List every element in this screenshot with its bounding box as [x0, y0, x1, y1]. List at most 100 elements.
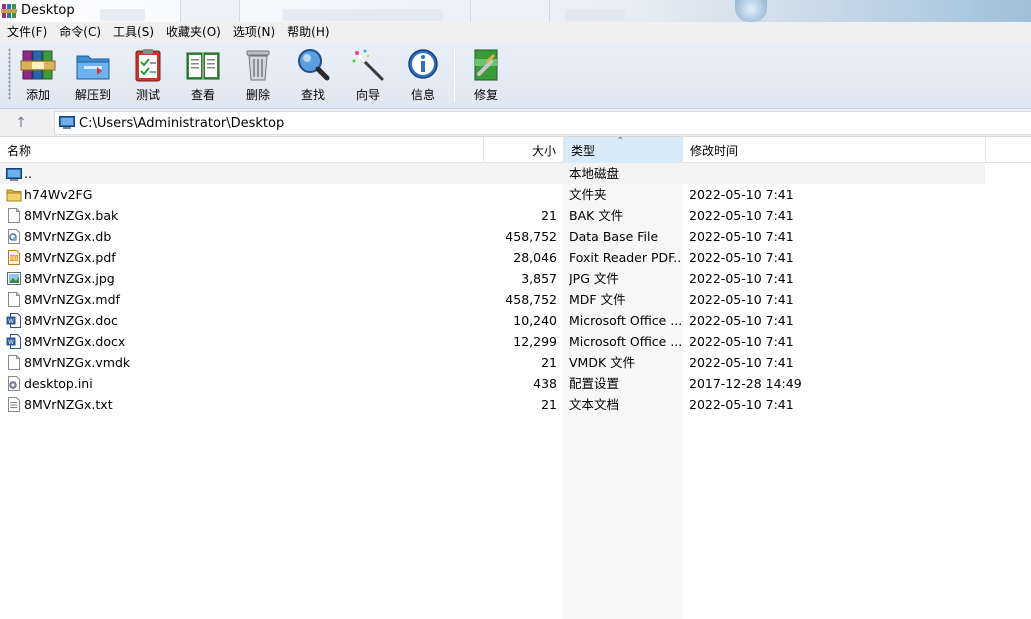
add-button[interactable]: 添加 [12, 47, 64, 103]
file-modified: 2022-05-10 7:41 [689, 334, 794, 349]
file-name: 8MVrNZGx.docx [24, 334, 126, 349]
file-size [484, 163, 557, 184]
info-label: 信息 [410, 88, 435, 102]
find-button[interactable]: 查找 [287, 47, 339, 103]
address-field[interactable]: C:\Users\Administrator\Desktop [54, 111, 1031, 135]
computer-icon [59, 116, 75, 129]
file-name: 8MVrNZGx.mdf [24, 292, 120, 307]
file-type: MDF 文件 [569, 292, 626, 307]
file-type: 配置设置 [569, 376, 620, 391]
info-button[interactable]: 信息 [397, 47, 449, 103]
file-modified: 2022-05-10 7:41 [689, 208, 794, 223]
toolbar: 添加 解压到 测试 查看 删除 查找 向导 信息 修复 [0, 42, 1031, 109]
file-size: 458,752 [505, 292, 557, 307]
info-icon [408, 49, 438, 79]
pdf-file-icon: PDF [6, 249, 22, 266]
file-name: 8MVrNZGx.jpg [24, 271, 115, 286]
menu-tools[interactable]: 工具(S) [107, 22, 160, 42]
drive-icon [6, 165, 22, 182]
file-size: 438 [533, 376, 557, 391]
file-name: h74Wv2FG [24, 187, 93, 202]
file-type: 文本文档 [569, 397, 620, 412]
file-row[interactable]: 8MVrNZGx.jpg 3,857 JPG 文件 2022-05-10 7:41 [0, 268, 1031, 289]
view-book-icon [186, 52, 220, 80]
blank-file-icon [6, 291, 22, 308]
blank-file-icon [6, 354, 22, 371]
column-header-name[interactable]: 名称 [0, 137, 484, 163]
magnifier-icon [298, 49, 330, 81]
view-label: 查看 [190, 88, 215, 102]
file-modified: 2022-05-10 7:41 [689, 397, 794, 412]
file-modified: 2022-05-10 7:41 [689, 271, 794, 286]
address-path: C:\Users\Administrator\Desktop [79, 116, 285, 131]
blank-file-icon [6, 207, 22, 224]
file-type: 本地磁盘 [569, 166, 620, 181]
file-name: 8MVrNZGx.txt [24, 397, 113, 412]
file-row[interactable]: 8MVrNZGx.bak 21 BAK 文件 2022-05-10 7:41 [0, 205, 1031, 226]
file-modified: 2022-05-10 7:41 [689, 229, 794, 244]
file-size: 10,240 [513, 313, 557, 328]
address-bar: ↑ C:\Users\Administrator\Desktop [0, 109, 1031, 137]
add-archive-icon [20, 50, 56, 80]
file-size: 21 [541, 397, 557, 412]
wizard-label: 向导 [355, 88, 380, 102]
file-name: 8MVrNZGx.doc [24, 313, 118, 328]
file-row[interactable]: 8MVrNZGx.mdf 458,752 MDF 文件 2022-05-10 7:41 [0, 289, 1031, 310]
menu-options[interactable]: 选项(N) [227, 22, 281, 42]
folder-icon [6, 186, 22, 203]
wizard-button[interactable]: 向导 [342, 47, 394, 103]
add-label: 添加 [25, 88, 50, 102]
file-name: 8MVrNZGx.db [24, 229, 112, 244]
trash-icon [246, 50, 270, 81]
file-type: Data Base File [569, 229, 659, 244]
file-size: 21 [541, 355, 557, 370]
file-row[interactable]: 8MVrNZGx.txt 21 文本文档 2022-05-10 7:41 [0, 394, 1031, 415]
menu-favorites[interactable]: 收藏夹(O) [160, 22, 227, 42]
file-row[interactable]: desktop.ini 438 配置设置 2017-12-28 14:49 [0, 373, 1031, 394]
word-file-icon: W [6, 333, 22, 350]
toolbar-separator [454, 48, 455, 102]
file-name: desktop.ini [24, 376, 93, 391]
delete-label: 删除 [245, 88, 270, 102]
up-arrow-icon[interactable]: ↑ [12, 114, 30, 132]
file-row[interactable]: 8MVrNZGx.db 458,752 Data Base File 2022-05-… [0, 226, 1031, 247]
extract-to-label: 解压到 [74, 88, 111, 102]
file-type: 文件夹 [569, 187, 607, 202]
column-header-size[interactable]: 大小 [484, 137, 564, 163]
file-modified: 2017-12-28 14:49 [689, 376, 802, 391]
file-size: 458,752 [505, 229, 557, 244]
find-label: 查找 [300, 88, 325, 102]
wizard-wand-icon [352, 49, 384, 81]
db-file-icon [6, 228, 22, 245]
file-row[interactable]: W 8MVrNZGx.docx 12,299 Microsoft Office ...… [0, 331, 1031, 352]
file-modified: 2022-05-10 7:41 [689, 355, 794, 370]
file-name: 8MVrNZGx.pdf [24, 250, 116, 265]
menu-file[interactable]: 文件(F) [1, 22, 53, 42]
word-file-icon: W [6, 312, 22, 329]
toolbar-grip[interactable] [8, 48, 11, 100]
file-row[interactable]: .. 本地磁盘 [0, 163, 985, 184]
menu-help[interactable]: 帮助(H) [281, 22, 335, 42]
file-row[interactable]: 8MVrNZGx.vmdk 21 VMDK 文件 2022-05-10 7:41 [0, 352, 1031, 373]
file-type: Microsoft Office ... [569, 313, 681, 328]
file-name: .. [24, 166, 32, 181]
test-label: 测试 [135, 88, 160, 102]
test-button[interactable]: 测试 [122, 47, 174, 103]
file-name: 8MVrNZGx.vmdk [24, 355, 131, 370]
file-name: 8MVrNZGx.bak [24, 208, 119, 223]
delete-button[interactable]: 删除 [232, 47, 284, 103]
column-header-modified[interactable]: 修改时间 [683, 137, 986, 163]
file-size: 12,299 [513, 334, 557, 349]
sort-ascending-icon: ⌃ [616, 136, 625, 147]
file-row[interactable]: W 8MVrNZGx.doc 10,240 Microsoft Office ... 2… [0, 310, 1031, 331]
menu-commands[interactable]: 命令(C) [53, 22, 107, 42]
column-header-type[interactable]: ⌃ 类型 [564, 136, 683, 163]
file-row[interactable]: h74Wv2FG 文件夹 2022-05-10 7:41 [0, 184, 1031, 205]
repair-button[interactable]: 修复 [460, 47, 512, 103]
extract-to-button[interactable]: 解压到 [67, 47, 119, 103]
menu-bar: 文件(F) 命令(C) 工具(S) 收藏夹(O) 选项(N) 帮助(H) [0, 22, 1031, 42]
file-row[interactable]: PDF 8MVrNZGx.pdf 28,046 Foxit Reader PDF...… [0, 247, 1031, 268]
column-header-type-label: 类型 [571, 144, 596, 158]
view-button[interactable]: 查看 [177, 47, 229, 103]
extract-folder-icon [76, 55, 110, 80]
